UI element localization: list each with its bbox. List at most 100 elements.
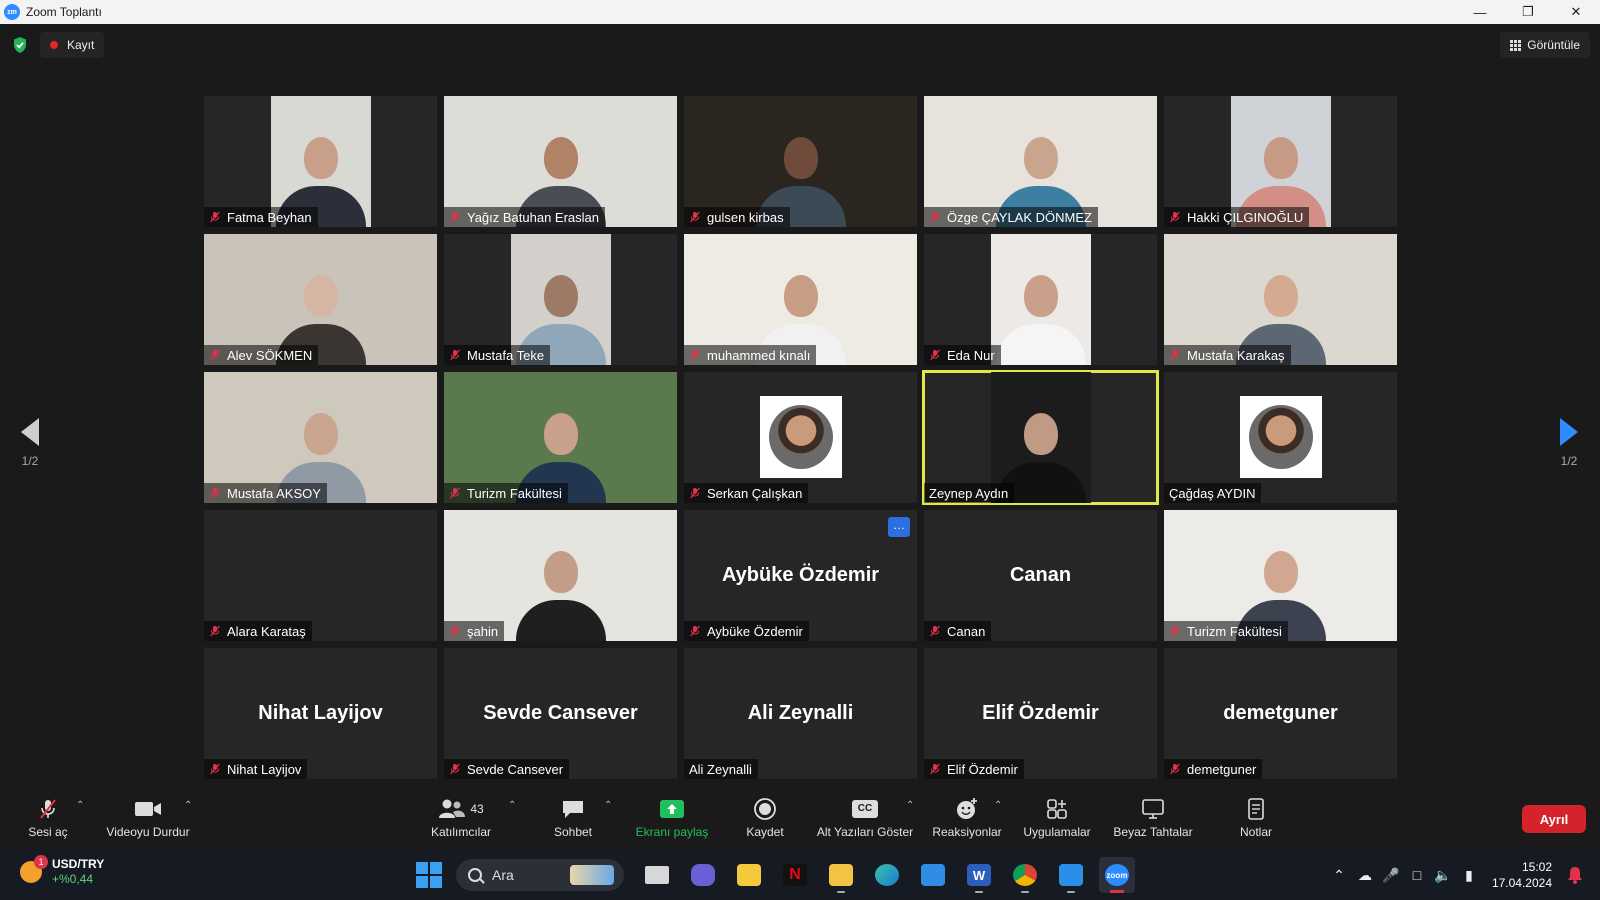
restore-button[interactable]: ❐ — [1504, 0, 1552, 24]
participant-tile[interactable]: Elif Özdemir Elif Özdemir — [924, 648, 1157, 779]
search-highlight-icon — [570, 865, 614, 885]
mic-muted-icon — [209, 349, 221, 361]
unmute-button[interactable]: Sesi aç — [26, 796, 70, 848]
taskbar-search-input[interactable]: Ara — [456, 859, 624, 891]
participant-name-label: muhammed kınalı — [684, 345, 817, 365]
battery-icon[interactable]: ▮ — [1458, 864, 1480, 886]
stock-ticker-widget[interactable]: 1 USD/TRY +%0,44 — [20, 855, 104, 887]
participant-tile[interactable]: Eda Nur — [924, 234, 1157, 365]
edge-browser-icon[interactable] — [869, 857, 905, 893]
mic-muted-icon — [689, 349, 701, 361]
mic-muted-icon — [929, 211, 941, 223]
file-explorer-icon[interactable] — [823, 857, 859, 893]
participant-tile[interactable]: Aybüke Özdemir … Aybüke Özdemir — [684, 510, 917, 641]
whiteboards-label: Beyaz Tahtalar — [1113, 825, 1193, 839]
zoom-logo-icon: zm — [4, 4, 20, 20]
participant-tile[interactable]: Sevde Cansever Sevde Cansever — [444, 648, 677, 779]
participant-tile[interactable]: Yağız Batuhan Eraslan — [444, 96, 677, 227]
participant-tile[interactable]: Mustafa Karakaş — [1164, 234, 1397, 365]
participant-tile[interactable]: Hakki ÇILGINOĞLU — [1164, 96, 1397, 227]
participant-tile[interactable]: Turizm Fakültesi — [1164, 510, 1397, 641]
participant-name: Alev SÖKMEN — [227, 347, 313, 363]
participant-name: Mustafa Karakaş — [1187, 347, 1285, 363]
captions-options-chevron-icon[interactable]: ⌃ — [906, 800, 914, 811]
stop-video-button[interactable]: Videoyu Durdur — [102, 796, 194, 848]
reactions-button[interactable]: Reaksiyonlar — [932, 796, 1002, 848]
notes-button[interactable]: Notlar — [1230, 796, 1282, 848]
taskbar-clock[interactable]: 15:02 17.04.2024 — [1492, 859, 1552, 891]
mic-muted-icon — [449, 487, 461, 499]
grid-view-icon — [1510, 39, 1522, 51]
participant-tile[interactable]: Mustafa Teke — [444, 234, 677, 365]
participant-name: Aybüke Özdemir — [707, 623, 803, 639]
task-view-icon[interactable] — [639, 857, 675, 893]
reactions-options-chevron-icon[interactable]: ⌃ — [994, 800, 1002, 811]
reactions-label: Reaksiyonlar — [932, 825, 1002, 839]
participant-display-name: Aybüke Özdemir — [721, 564, 880, 586]
participants-button[interactable]: 43 Katılımcılar — [424, 796, 498, 848]
participant-tile[interactable]: Canan Canan — [924, 510, 1157, 641]
whiteboards-button[interactable]: Beyaz Tahtalar — [1110, 796, 1196, 848]
captions-button[interactable]: CC Alt Yazıları Göster — [814, 796, 916, 848]
participant-tile[interactable]: Özge ÇAYLAK DÖNMEZ — [924, 96, 1157, 227]
leave-button[interactable]: Ayrıl — [1522, 805, 1586, 833]
mail-icon[interactable] — [915, 857, 951, 893]
tray-overflow-chevron-icon[interactable]: ⌃ — [1328, 864, 1350, 886]
zoom-taskbar-icon[interactable]: zoom — [1099, 857, 1135, 893]
chrome-icon[interactable] — [1007, 857, 1043, 893]
onedrive-cloud-icon[interactable]: ☁ — [1354, 864, 1376, 886]
participant-tile[interactable]: Zeynep Aydın — [922, 370, 1159, 505]
ticker-change: +%0,44 — [52, 872, 94, 886]
netflix-icon[interactable]: N — [777, 857, 813, 893]
participant-tile[interactable]: Ali Zeynalli Ali Zeynalli — [684, 648, 917, 779]
participant-tile[interactable]: Mustafa AKSOY — [204, 372, 437, 503]
chat-button[interactable]: Sohbet — [548, 796, 598, 848]
participant-tile[interactable]: Fatma Beyhan — [204, 96, 437, 227]
windows-start-icon[interactable] — [416, 862, 442, 888]
participant-name: Çağdaş AYDIN — [1169, 485, 1256, 501]
participant-tile[interactable]: demetguner demetguner — [1164, 648, 1397, 779]
view-button[interactable]: Görüntüle — [1500, 32, 1590, 58]
apps-label: Uygulamalar — [1023, 825, 1091, 839]
participant-tile[interactable]: Çağdaş AYDIN — [1164, 372, 1397, 503]
audio-options-chevron-icon[interactable]: ⌃ — [76, 800, 84, 811]
participant-tile[interactable]: şahin — [444, 510, 677, 641]
chat-options-chevron-icon[interactable]: ⌃ — [604, 800, 612, 811]
network-icon[interactable]: □ — [1406, 864, 1428, 886]
participant-tile[interactable]: Turizm Fakültesi — [444, 372, 677, 503]
sticky-notes-icon[interactable] — [731, 857, 767, 893]
apps-button[interactable]: Uygulamalar — [1020, 796, 1094, 848]
next-page-nav[interactable]: 1/2 — [1549, 418, 1589, 468]
participant-name-label: Mustafa Karakaş — [1164, 345, 1291, 365]
prev-page-nav[interactable]: 1/2 — [10, 418, 50, 468]
participant-name: Elif Özdemir — [947, 761, 1018, 777]
participant-tile[interactable]: gulsen kirbas — [684, 96, 917, 227]
participants-options-chevron-icon[interactable]: ⌃ — [508, 800, 516, 811]
word-icon[interactable]: W — [961, 857, 997, 893]
volume-muted-icon[interactable]: 🔈 — [1432, 864, 1454, 886]
participant-tile[interactable]: Serkan Çalışkan — [684, 372, 917, 503]
microphone-icon[interactable]: 🎤 — [1380, 864, 1402, 886]
participant-display-name: Canan — [1009, 564, 1072, 586]
recording-indicator[interactable]: Kayıt — [40, 32, 105, 58]
participant-tile[interactable]: Nihat Layijov Nihat Layijov — [204, 648, 437, 779]
notification-bell-icon[interactable] — [1562, 862, 1588, 888]
video-options-chevron-icon[interactable]: ⌃ — [184, 800, 192, 811]
participant-tile[interactable]: Alev SÖKMEN — [204, 234, 437, 365]
minimize-button[interactable]: — — [1456, 0, 1504, 24]
security-shield-icon[interactable] — [12, 36, 28, 54]
arrow-right-icon[interactable] — [1560, 418, 1578, 446]
more-options-icon[interactable]: … — [888, 517, 910, 537]
arrow-left-icon[interactable] — [21, 418, 39, 446]
participant-tile[interactable]: muhammed kınalı — [684, 234, 917, 365]
pen-app-icon[interactable] — [1053, 857, 1089, 893]
clock-time: 15:02 — [1521, 860, 1552, 874]
share-screen-button[interactable]: Ekranı paylaş — [632, 796, 712, 848]
record-button[interactable]: Kaydet — [740, 796, 790, 848]
apps-icon — [1047, 799, 1067, 819]
participant-tile[interactable]: Alara Karataş — [204, 510, 437, 641]
participant-name-label: Çağdaş AYDIN — [1164, 483, 1262, 503]
teams-chat-icon[interactable] — [685, 857, 721, 893]
notes-label: Notlar — [1239, 825, 1272, 839]
close-button[interactable]: ✕ — [1552, 0, 1600, 24]
